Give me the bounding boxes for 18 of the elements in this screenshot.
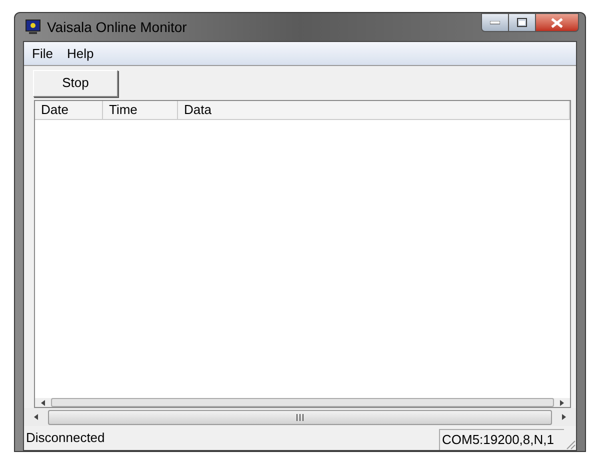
maximize-icon (517, 18, 527, 27)
maximize-button[interactable] (509, 13, 535, 32)
stop-button[interactable]: Stop (33, 70, 118, 96)
window-title: Vaisala Online Monitor (47, 18, 187, 36)
column-header[interactable]: Time (103, 101, 178, 119)
status-text: Disconnected (26, 429, 105, 448)
column-header[interactable]: Date (35, 101, 103, 119)
port-settings: COM5:19200,8,N,1 (438, 429, 564, 450)
minimize-button[interactable] (481, 13, 509, 32)
monitor-icon (25, 19, 41, 35)
minimize-icon (490, 20, 500, 24)
close-icon (551, 18, 563, 28)
grip-icon (296, 414, 304, 420)
close-button[interactable] (535, 13, 579, 32)
resize-grip-icon (564, 438, 576, 450)
menu-item[interactable]: Help (66, 44, 94, 64)
menu-item[interactable]: File (32, 44, 53, 64)
column-header[interactable]: Data (178, 101, 570, 119)
